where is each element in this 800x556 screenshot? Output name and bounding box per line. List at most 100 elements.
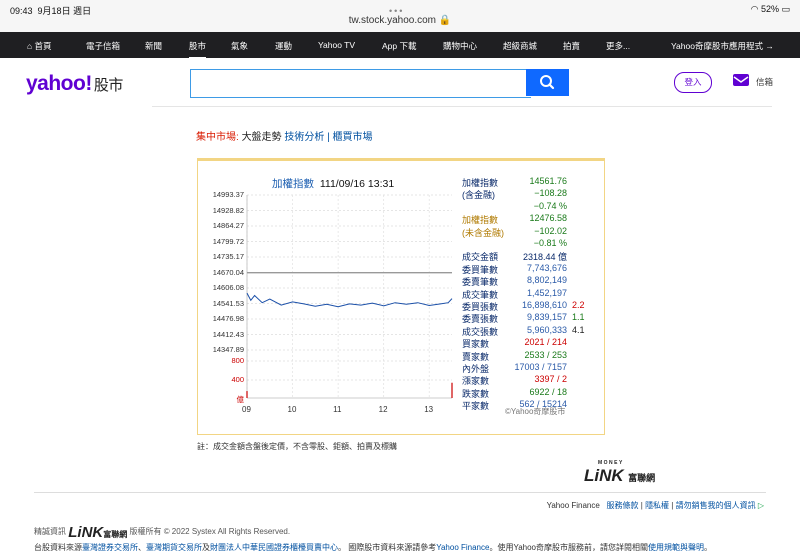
stat-value: 2318.44 億 bbox=[522, 252, 567, 263]
stat-label: 加權指數 bbox=[462, 178, 499, 188]
stat-label: 委賣筆數 bbox=[462, 277, 499, 288]
tpex-link[interactable]: 財團法人中華民國證券櫃檯買賣中心 bbox=[210, 543, 338, 552]
do-not-sell-link[interactable]: 請勿銷售我的個人資訊 bbox=[676, 501, 756, 510]
stat-value: 1,452,197 bbox=[526, 287, 567, 298]
stat-label: 成交金額 bbox=[462, 252, 499, 263]
stat-value: −0.74 % bbox=[533, 200, 567, 211]
y-tick-label: 14864.27 bbox=[212, 221, 244, 230]
stat-value: 2533 / 253 bbox=[524, 349, 567, 360]
nav-mall[interactable]: 超級商城 bbox=[503, 40, 537, 52]
privacy-link[interactable]: 隱私權 bbox=[645, 501, 669, 510]
nav-shopping[interactable]: 購物中心 bbox=[443, 40, 477, 52]
current-view: 大盤走勢 bbox=[241, 132, 282, 143]
stat-label: 跌家數 bbox=[462, 388, 490, 399]
stat-label: 平家數 bbox=[462, 401, 490, 412]
footer-separator: | bbox=[671, 501, 674, 510]
nav-stock[interactable]: 股市 bbox=[189, 40, 207, 59]
stat-value: 3397 / 2 bbox=[534, 374, 567, 385]
nav-app-promo[interactable]: Yahoo奇摩股市應用程式 → bbox=[671, 40, 774, 52]
volume-tick-label: 億 bbox=[236, 395, 245, 404]
stat-value: 9,839,157 bbox=[526, 312, 567, 323]
turnover-note: 註：成交金額含盤後定價，不含零股、鉅額、拍賣及標購 bbox=[197, 442, 397, 451]
stat-value: −102.02 bbox=[534, 225, 567, 236]
y-tick-label: 14412.43 bbox=[212, 329, 244, 339]
stat-value: 5,960,333 bbox=[526, 324, 567, 335]
stat-value: 7,743,676 bbox=[526, 262, 567, 273]
footer-links: Yahoo Finance 服務條款 | 隱私權 | 請勿銷售我的個人資訊 ▷ bbox=[547, 500, 764, 511]
stat-label: 賣家數 bbox=[462, 351, 490, 362]
privacy-choice-icon: ▷ bbox=[757, 501, 764, 510]
x-tick-label: 09 bbox=[242, 405, 251, 414]
stat-value: 12476.58 bbox=[529, 213, 567, 224]
header-divider bbox=[152, 106, 772, 107]
status-indicators: ◠ 52% ▭ bbox=[750, 4, 790, 14]
site-header: yahoo! 股市 登入 信箱 bbox=[0, 58, 800, 108]
stat-label: 買家數 bbox=[462, 339, 490, 350]
volume-tick-label: 800 bbox=[231, 356, 244, 365]
tech-analysis-link[interactable]: 技術分析 bbox=[284, 132, 324, 143]
x-tick-label: 10 bbox=[287, 405, 297, 414]
stat-label: 成交筆數 bbox=[462, 289, 499, 300]
x-tick-label: 12 bbox=[378, 405, 388, 414]
nav-sports[interactable]: 運動 bbox=[275, 40, 292, 52]
taifex-link[interactable]: 臺灣期貨交易所 bbox=[146, 543, 202, 552]
copyright-line: 精誠資訊 LiNK富聯網 版權所有 © 2022 Systex All Righ… bbox=[34, 524, 291, 541]
lock-icon: 🔒 bbox=[438, 15, 452, 26]
x-tick-label: 11 bbox=[333, 405, 342, 414]
nav-auction[interactable]: 拍賣 bbox=[563, 40, 580, 52]
nav-news[interactable]: 新聞 bbox=[145, 40, 162, 52]
y-tick-label: 14541.53 bbox=[212, 298, 244, 308]
nav-home[interactable]: ⌂ 首頁 bbox=[27, 40, 52, 52]
search-icon bbox=[540, 75, 555, 90]
stat-label: 漲家數 bbox=[462, 376, 490, 387]
yahoo-finance-link[interactable]: Yahoo Finance bbox=[436, 543, 489, 552]
market-label: 集中市場: bbox=[196, 132, 239, 143]
y-tick-label: 14928.82 bbox=[212, 205, 244, 215]
address-bar-url[interactable]: tw.stock.yahoo.com 🔒 bbox=[0, 15, 800, 26]
yahoo-finance-label: Yahoo Finance bbox=[546, 501, 600, 510]
chart-credit: ©Yahoo奇摩股市 bbox=[505, 407, 566, 416]
footer-separator: | bbox=[640, 501, 643, 510]
nav-weather[interactable]: 氣象 bbox=[231, 40, 248, 52]
y-tick-label: 14476.98 bbox=[212, 314, 244, 323]
stat-label: 加權指數 bbox=[462, 215, 499, 226]
stat-ratio: 4.1 bbox=[572, 324, 585, 335]
market-breadcrumb: 集中市場: 大盤走勢 技術分析 | 櫃買市場 bbox=[196, 128, 373, 143]
stat-label: 委買張數 bbox=[462, 302, 499, 312]
stat-label: 成交張數 bbox=[462, 326, 499, 337]
y-tick-label: 14993.37 bbox=[212, 190, 244, 199]
arrow-right-icon: → bbox=[765, 41, 774, 51]
terms-link[interactable]: 服務條款 bbox=[607, 501, 639, 510]
yahoo-stock-logo[interactable]: yahoo! 股市 bbox=[26, 72, 123, 96]
stat-ratio: 1.1 bbox=[572, 312, 585, 323]
twse-link[interactable]: 臺灣證券交易所 bbox=[82, 543, 138, 552]
home-icon: ⌂ bbox=[27, 41, 33, 51]
mail-icon[interactable] bbox=[733, 74, 749, 86]
stat-ratio: 2.2 bbox=[572, 300, 585, 310]
chart-title: 加權指數 111/09/16 13:31 bbox=[272, 178, 395, 190]
stat-value: 16,898,610 bbox=[521, 300, 567, 310]
stat-value: 8,802,149 bbox=[526, 275, 567, 286]
y-tick-label: 14735.17 bbox=[212, 252, 244, 261]
stat-label: 內外盤 bbox=[462, 364, 490, 374]
battery-icon: ▭ bbox=[781, 4, 790, 14]
stat-value: −0.81 % bbox=[533, 238, 567, 248]
nav-more[interactable]: 更多... bbox=[606, 40, 630, 52]
search-input[interactable] bbox=[190, 69, 531, 98]
breadcrumb-separator: | bbox=[327, 132, 330, 143]
nav-mail[interactable]: 電子信箱 bbox=[86, 40, 120, 52]
terms-and-disclaimer-link[interactable]: 使用規範與聲明 bbox=[648, 543, 704, 552]
nav-app-download[interactable]: App 下載 bbox=[382, 40, 417, 52]
mail-label[interactable]: 信箱 bbox=[756, 76, 773, 88]
stat-value: 14561.76 bbox=[529, 176, 567, 186]
stat-value: 2021 / 214 bbox=[524, 337, 567, 348]
nav-yahoo-tv[interactable]: Yahoo TV bbox=[318, 40, 355, 50]
browser-status-bar: 09:43 9月18日 週日 ••• tw.stock.yahoo.com 🔒 … bbox=[0, 0, 800, 32]
money-link-logo-small: LiNK富聯網 bbox=[68, 524, 128, 541]
stat-value: 6922 / 18 bbox=[529, 386, 567, 397]
stat-label: (未含金融) bbox=[462, 227, 504, 238]
otc-market-link[interactable]: 櫃買市場 bbox=[333, 132, 373, 143]
login-button[interactable]: 登入 bbox=[674, 72, 712, 93]
search-button[interactable] bbox=[526, 69, 569, 96]
data-source-line: 台股資料來源臺灣證券交易所、臺灣期貨交易所及財團法人中華民國證券櫃檯買賣中心。 … bbox=[34, 543, 713, 552]
